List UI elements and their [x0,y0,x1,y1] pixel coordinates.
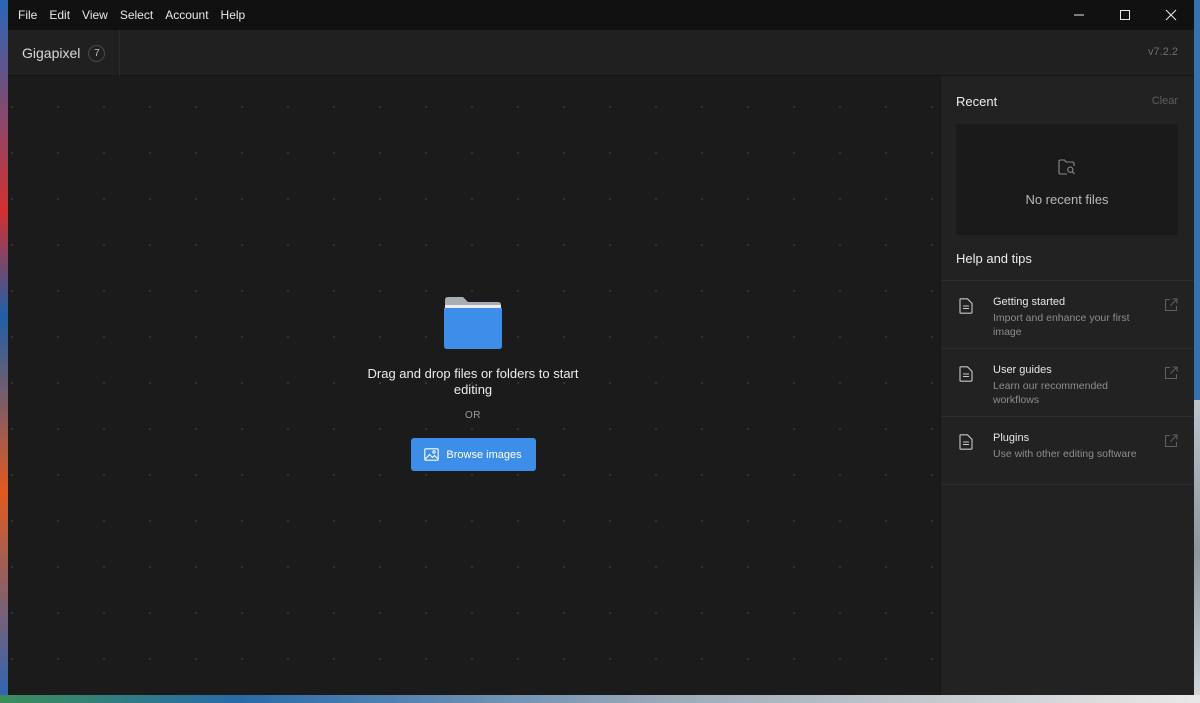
recent-files-box: No recent files [956,124,1178,235]
close-button[interactable] [1148,0,1194,30]
image-icon [424,448,440,461]
document-icon [959,298,973,314]
folder-search-icon [1058,159,1075,175]
help-heading: Help and tips [956,251,1032,266]
help-list: Getting started Import and enhance your … [941,280,1194,485]
maximize-button[interactable] [1102,0,1148,30]
external-link-icon [1164,434,1178,448]
drop-instructions: Drag and drop files or folders to start … [367,366,579,397]
menu-account[interactable]: Account [159,0,214,30]
help-item-getting-started[interactable]: Getting started Import and enhance your … [941,281,1194,349]
document-icon [959,366,973,382]
window-controls [1056,0,1194,30]
external-link-icon [1164,298,1178,312]
external-link-icon [1164,366,1178,380]
app-window: File Edit View Select Account Help Gigap… [8,0,1194,695]
folder-icon [444,297,502,349]
recent-heading: Recent [956,94,998,109]
help-item-description: Import and enhance your first image [993,312,1130,338]
app-title-tab[interactable]: Gigapixel 7 [8,30,120,76]
desktop-background-right [1194,400,1200,703]
close-icon [1165,9,1177,21]
drop-canvas[interactable]: Drag and drop files or folders to start … [8,76,940,695]
version-label: v7.2.2 [1148,46,1178,58]
help-item-description: Use with other editing software [993,448,1137,460]
right-panel: Recent Clear No recent files Help and ti… [940,76,1194,695]
menu-file[interactable]: File [12,0,43,30]
app-header: Gigapixel 7 v7.2.2 [8,30,1194,76]
menu-view[interactable]: View [76,0,114,30]
count-badge: 7 [88,44,106,62]
maximize-icon [1120,10,1130,20]
help-item-title: Getting started [993,296,1066,308]
browse-images-button[interactable]: Browse images [410,438,536,471]
menu-select[interactable]: Select [114,0,159,30]
browse-images-label: Browse images [446,448,522,461]
help-item-title: Plugins [993,432,1030,444]
help-item-plugins[interactable]: Plugins Use with other editing software [941,417,1194,485]
dropzone: Drag and drop files or folders to start … [348,296,598,471]
menu-help[interactable]: Help [215,0,252,30]
desktop-background-left [0,0,8,703]
clear-recent-button[interactable]: Clear [1152,95,1178,107]
document-icon [959,434,973,450]
or-separator: OR [465,410,481,421]
help-item-user-guides[interactable]: User guides Learn our recommended workfl… [941,349,1194,417]
desktop-background-bottom [0,695,1200,703]
help-item-title: User guides [993,364,1052,376]
app-title: Gigapixel [22,45,81,61]
minimize-button[interactable] [1056,0,1102,30]
no-recent-files-text: No recent files [1025,192,1109,207]
help-item-description: Learn our recommended workflows [993,380,1108,406]
menu-edit[interactable]: Edit [43,0,76,30]
minimize-icon [1074,14,1084,16]
menu-bar: File Edit View Select Account Help [8,0,1194,30]
